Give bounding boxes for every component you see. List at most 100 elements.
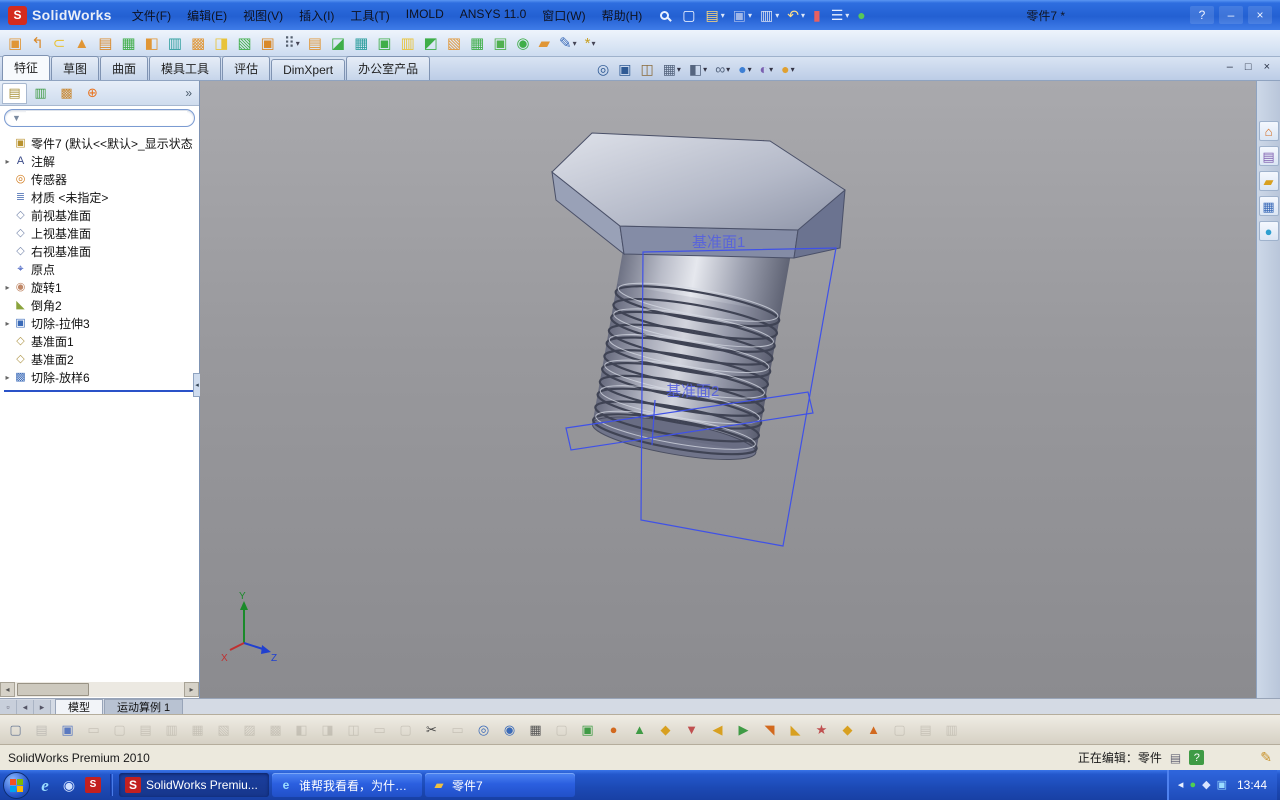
tray-volume-icon[interactable]: ◆ — [1202, 779, 1210, 791]
imold-tool-21-icon[interactable]: ▦ — [467, 32, 488, 54]
panel-overflow-chevron[interactable]: » — [185, 86, 197, 100]
imold-tool-15-icon[interactable]: ◪ — [328, 32, 349, 54]
propertymanager-tab[interactable]: ▥ — [28, 83, 53, 104]
open-icon[interactable]: ▤ ▾ — [702, 4, 727, 26]
imold-tool-2-icon[interactable]: ↰ — [28, 32, 48, 54]
bottom-toolbar-icon[interactable]: ▭ — [83, 719, 104, 740]
dimxpertmanager-tab[interactable]: ⊕ — [80, 83, 105, 104]
tree-item[interactable]: ▸ A 注解 — [2, 152, 199, 170]
imold-tool-24-icon[interactable]: ▰ — [536, 32, 555, 54]
design-library-icon[interactable]: ▤ — [1258, 146, 1279, 166]
graphics-canvas[interactable]: 基准面1 基准面2 Y Z X — [200, 81, 1256, 698]
model-tab[interactable]: 运动算例 1 — [104, 699, 184, 714]
menu-item[interactable]: ANSYS 11.0 — [452, 4, 534, 27]
bottom-toolbar-icon[interactable]: ▲ — [629, 719, 650, 740]
sketch-tool-icon[interactable]: ✎ ▾ — [556, 32, 580, 54]
imold-tool-22-icon[interactable]: ▣ — [490, 32, 511, 54]
bottom-toolbar-icon[interactable]: ▼ — [681, 719, 702, 740]
task-browser[interactable]: e 谁帮我看看，为什么... — [272, 773, 422, 797]
rollback-bar[interactable] — [4, 390, 196, 392]
tree-item[interactable]: ⌖ 原点 — [2, 260, 199, 278]
expand-arrow-icon[interactable]: ▸ — [2, 319, 13, 328]
bottom-toolbar-icon[interactable]: ▢ — [889, 719, 910, 740]
grid-options-icon[interactable]: ⠿ ▾ — [281, 32, 303, 54]
search-icon[interactable] — [660, 10, 670, 20]
bottom-toolbar-icon[interactable]: ◉ — [499, 719, 520, 740]
imold-tool-12-icon[interactable]: ▣ — [258, 32, 279, 54]
imold-tool-20-icon[interactable]: ▧ — [444, 32, 465, 54]
bottom-toolbar-icon[interactable]: ▣ — [577, 719, 598, 740]
menu-item[interactable]: 编辑(E) — [179, 4, 235, 27]
appearances-icon[interactable]: ● — [1258, 221, 1279, 241]
apply-scene-icon[interactable]: ◐ ▾ — [758, 59, 775, 79]
imold-tool-16-icon[interactable]: ▦ — [351, 32, 372, 54]
tray-network-icon[interactable]: ▣ — [1217, 779, 1227, 791]
bottom-toolbar-icon[interactable]: ✂ — [421, 719, 442, 740]
configurationmanager-tab[interactable]: ▩ — [54, 83, 79, 104]
tray-status-icon[interactable]: ● — [1189, 779, 1196, 791]
annotation-pencil-icon[interactable]: ✎ — [1260, 749, 1272, 766]
bottom-toolbar-icon[interactable]: ▥ — [941, 719, 962, 740]
bottom-toolbar-icon[interactable]: ◆ — [837, 719, 858, 740]
view-orientation-icon[interactable]: ▦ ▾ — [661, 59, 683, 79]
tab-scroll-right-icon[interactable]: ▸ — [34, 700, 51, 714]
internet-explorer-icon[interactable]: e — [34, 773, 56, 797]
bottom-toolbar-icon[interactable]: ▦ — [525, 719, 546, 740]
tree-item[interactable]: ▸ ▩ 切除-放样6 — [2, 368, 199, 386]
bottom-toolbar-icon[interactable]: ▢ — [551, 719, 572, 740]
bottom-toolbar-icon[interactable]: ▤ — [31, 719, 52, 740]
doc-minimize-button[interactable]: – — [1227, 61, 1233, 73]
task-solidworks[interactable]: S SolidWorks Premiu... — [119, 773, 269, 797]
bottom-toolbar-icon[interactable]: ▭ — [369, 719, 390, 740]
bottom-toolbar-icon[interactable]: ▥ — [161, 719, 182, 740]
imold-tool-14-icon[interactable]: ▤ — [305, 32, 326, 54]
bottom-toolbar-icon[interactable]: ◧ — [291, 719, 312, 740]
menu-item[interactable]: 插入(I) — [291, 4, 342, 27]
bottom-toolbar-icon[interactable]: ▤ — [915, 719, 936, 740]
imold-tool-19-icon[interactable]: ◩ — [421, 32, 442, 54]
command-tab[interactable]: 办公室产品 — [346, 56, 431, 80]
bottom-toolbar-icon[interactable]: ◥ — [759, 719, 780, 740]
tree-item[interactable]: ◇ 基准面1 — [2, 332, 199, 350]
bottom-toolbar-icon[interactable]: ◆ — [655, 719, 676, 740]
smart-tool-icon[interactable]: * ▾ — [582, 32, 599, 54]
panel-horizontal-scrollbar[interactable]: ◂ ▸ — [0, 682, 199, 697]
imold-tool-8-icon[interactable]: ▥ — [165, 32, 186, 54]
options-icon[interactable]: ☰ ▾ — [828, 4, 853, 26]
imold-tool-1-icon[interactable]: ▣ — [5, 32, 26, 54]
model-tab[interactable]: 模型 — [55, 699, 103, 714]
bottom-toolbar-icon[interactable]: ▧ — [213, 719, 234, 740]
tree-item[interactable]: ◎ 传感器 — [2, 170, 199, 188]
pane-splitter-icon[interactable]: ▫ — [0, 700, 17, 714]
menu-item[interactable]: 帮助(H) — [594, 4, 651, 27]
help-button[interactable]: ? — [1190, 6, 1214, 24]
scroll-right-icon[interactable]: ▸ — [184, 682, 199, 697]
bottom-toolbar-icon[interactable]: ★ — [811, 719, 832, 740]
solidworks-quick-icon[interactable]: S — [82, 773, 104, 797]
menu-item[interactable]: 文件(F) — [124, 4, 179, 27]
imold-tool-18-icon[interactable]: ▥ — [397, 32, 418, 54]
imold-tool-11-icon[interactable]: ▧ — [234, 32, 255, 54]
section-view-icon[interactable]: ◫ — [638, 59, 656, 79]
imold-tool-7-icon[interactable]: ◧ — [142, 32, 163, 54]
doc-restore-button[interactable]: □ — [1245, 61, 1252, 73]
bottom-toolbar-icon[interactable]: ▭ — [447, 719, 468, 740]
bolt-model[interactable] — [551, 132, 846, 468]
imold-tool-9-icon[interactable]: ▩ — [188, 32, 209, 54]
bottom-toolbar-icon[interactable]: ◫ — [343, 719, 364, 740]
edit-appearance-icon[interactable]: ● ▾ — [736, 59, 753, 79]
graphics-viewport[interactable]: 基准面1 基准面2 Y Z X — [200, 81, 1256, 698]
command-tab[interactable]: 曲面 — [100, 56, 149, 80]
tree-item[interactable]: ▸ ◉ 旋转1 — [2, 278, 199, 296]
bottom-toolbar-icon[interactable]: ▨ — [239, 719, 260, 740]
command-tab[interactable]: DimXpert — [271, 59, 346, 80]
expand-arrow-icon[interactable]: ▸ — [2, 373, 13, 382]
command-tab[interactable]: 评估 — [222, 56, 271, 80]
bottom-toolbar-icon[interactable]: ◎ — [473, 719, 494, 740]
bottom-toolbar-icon[interactable]: ◣ — [785, 719, 806, 740]
menu-item[interactable]: 窗口(W) — [534, 4, 593, 27]
tree-item[interactable]: ≣ 材质 <未指定> — [2, 188, 199, 206]
new-document-icon[interactable]: ▢ — [679, 4, 700, 26]
menu-item[interactable]: 工具(T) — [342, 4, 397, 27]
tree-item[interactable]: ◇ 基准面2 — [2, 350, 199, 368]
